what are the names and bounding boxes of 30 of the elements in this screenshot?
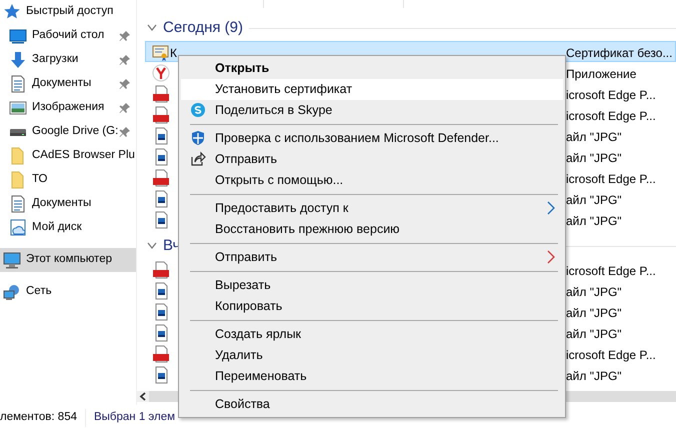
file-type: icrosoft Edge P... [566,347,656,364]
sidebar-label: Сеть [26,284,52,300]
file-type: icrosoft Edge P... [566,171,656,188]
sidebar-label: Google Drive (G: [32,124,118,140]
file-type: айл "JPG" [566,129,622,146]
file-type: Приложение [566,66,636,83]
file-type: айл "JPG" [566,284,622,301]
sidebar-label: Этот компьютер [26,252,112,268]
file-type: айл "JPG" [566,150,622,167]
file-type: icrosoft Edge P... [566,87,656,104]
file-type: айл "JPG" [566,326,622,343]
file-type: айл "JPG" [566,305,622,322]
file-type: icrosoft Edge P... [566,263,656,280]
sidebar-label: Изображения [32,100,104,116]
file-type: айл "JPG" [566,213,622,230]
sidebar-label: Документы [32,76,92,92]
file-type: icrosoft Edge P... [566,108,656,125]
sidebar-label: Документы [32,196,92,212]
file-type: Сертификат безо... [566,45,672,62]
selection-count: Выбран 1 элем [84,409,176,427]
file-type: айл "JPG" [566,368,622,385]
sidebar-label: Быстрый доступ [26,4,114,20]
sidebar-label: Загрузки [32,52,78,68]
sidebar-label: Рабочий стол [32,28,104,44]
item-count: лементов: 854 [0,410,77,426]
sidebar-label: CAdES Browser Plu [32,148,135,164]
file-name: К [170,45,177,62]
sidebar-label: ТО [32,172,48,188]
file-type: айл "JPG" [566,192,622,209]
sidebar-label: Мой диск [32,220,82,236]
